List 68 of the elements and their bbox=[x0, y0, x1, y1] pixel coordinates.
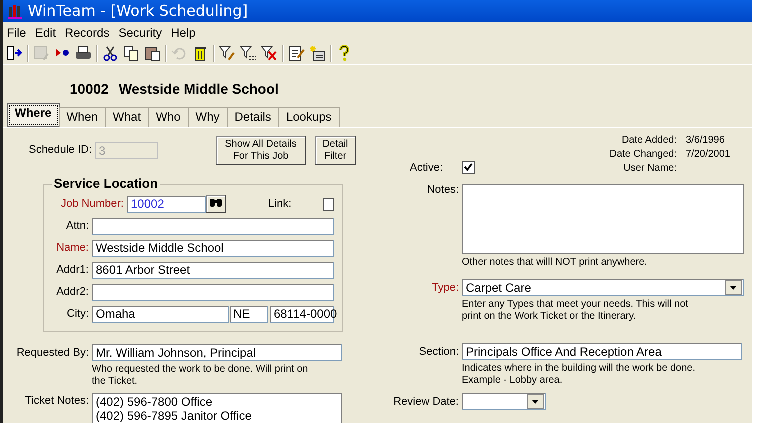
menu-item[interactable]: Help bbox=[171, 26, 196, 40]
audit-value: 3/6/1996 bbox=[686, 135, 726, 146]
field-label: Addr1: bbox=[56, 264, 90, 276]
hint-text: Who requested the work to be done. Will print on the Ticket. bbox=[91, 364, 310, 388]
audit-label: Date Changed: bbox=[608, 149, 678, 160]
binoculars-button[interactable] bbox=[206, 195, 226, 213]
field-label: City: bbox=[66, 308, 90, 320]
notepad-pencil-icon[interactable] bbox=[288, 44, 305, 62]
field-label: Name: bbox=[56, 242, 90, 254]
new-record-icon[interactable] bbox=[309, 44, 326, 62]
field-label: Schedule ID: bbox=[28, 144, 93, 156]
audit-label: User Name: bbox=[622, 163, 678, 174]
ticket-notes-field[interactable]: (402) 596-7800 Office (402) 596-7895 Janitor Office bbox=[92, 393, 342, 423]
hint-text: Other notes that willl NOT print anywhere. bbox=[461, 257, 648, 269]
job-number-field[interactable]: 10002 bbox=[127, 196, 206, 212]
type-combo[interactable]: Carpet Care bbox=[462, 279, 744, 296]
input-field[interactable]: 8601 Arbor Street bbox=[92, 262, 334, 278]
input-field[interactable] bbox=[92, 284, 334, 300]
trash-can-icon[interactable] bbox=[192, 44, 209, 62]
city-field[interactable]: Omaha bbox=[92, 306, 229, 322]
menu-item[interactable]: Security bbox=[118, 26, 162, 40]
field-label: Notes: bbox=[426, 184, 460, 196]
field-label: Addr2: bbox=[56, 286, 90, 298]
window-title: WinTeam - [Work Scheduling] bbox=[28, 2, 248, 20]
input-field[interactable] bbox=[92, 218, 334, 234]
field-label: Job Number: bbox=[60, 198, 125, 210]
filter-x-icon[interactable] bbox=[261, 44, 278, 62]
field-label: Requested By: bbox=[16, 346, 90, 358]
app-logo-icon bbox=[7, 2, 24, 20]
record-number: 10002 bbox=[70, 81, 109, 97]
hint-text: Enter any Types that meet your needs. This will not print on the Work Ticket or the Itinerary. bbox=[461, 299, 690, 323]
active-checkbox[interactable] bbox=[462, 161, 475, 174]
tab[interactable]: Lookups bbox=[278, 107, 340, 127]
tab[interactable]: When bbox=[58, 107, 106, 127]
field-label: Link: bbox=[268, 198, 293, 210]
field-label: Type: bbox=[431, 282, 460, 294]
notes-field[interactable] bbox=[462, 184, 744, 254]
field-label: Review Date: bbox=[392, 396, 460, 408]
hint-text: Indicates where in the building will the work be done. Example - Lobby area. bbox=[461, 363, 696, 387]
show-details-button[interactable]: Show All Details For This Job bbox=[216, 136, 306, 165]
binoculars-icon bbox=[209, 196, 224, 208]
printer-icon[interactable] bbox=[75, 44, 92, 62]
group-title: Service Location bbox=[52, 176, 160, 191]
menu-item[interactable]: Edit bbox=[35, 26, 56, 40]
link-checkbox[interactable] bbox=[322, 198, 334, 210]
input-field[interactable]: Principals Office And Reception Area bbox=[462, 343, 742, 360]
scissors-icon[interactable] bbox=[102, 44, 119, 62]
field-label: Section: bbox=[418, 346, 460, 358]
input-field[interactable]: Mr. William Johnson, Principal bbox=[92, 344, 342, 361]
menu-item[interactable]: Records bbox=[65, 26, 110, 40]
field-label: Attn: bbox=[65, 220, 90, 232]
state-field[interactable]: NE bbox=[230, 306, 268, 322]
detail-filter-button[interactable]: Detail Filter bbox=[315, 136, 356, 165]
tab[interactable]: Where bbox=[7, 103, 60, 127]
exit-door-icon[interactable] bbox=[6, 44, 23, 62]
audit-value: 7/20/2001 bbox=[686, 149, 732, 160]
field-value: Carpet Care bbox=[466, 280, 532, 294]
filter-list-icon[interactable] bbox=[240, 44, 257, 62]
paste-icon[interactable] bbox=[144, 44, 161, 62]
filter-pencil-icon[interactable] bbox=[219, 44, 236, 62]
field-label: Active: bbox=[408, 162, 444, 174]
menu-item[interactable]: File bbox=[7, 26, 26, 40]
record-name: Westside Middle School bbox=[118, 81, 279, 97]
review-date-combo[interactable] bbox=[462, 393, 546, 410]
copy-icon[interactable] bbox=[123, 44, 140, 62]
audit-label: Date Added: bbox=[620, 135, 678, 146]
input-field[interactable]: Westside Middle School bbox=[92, 240, 334, 256]
field-label: Ticket Notes: bbox=[24, 395, 90, 407]
